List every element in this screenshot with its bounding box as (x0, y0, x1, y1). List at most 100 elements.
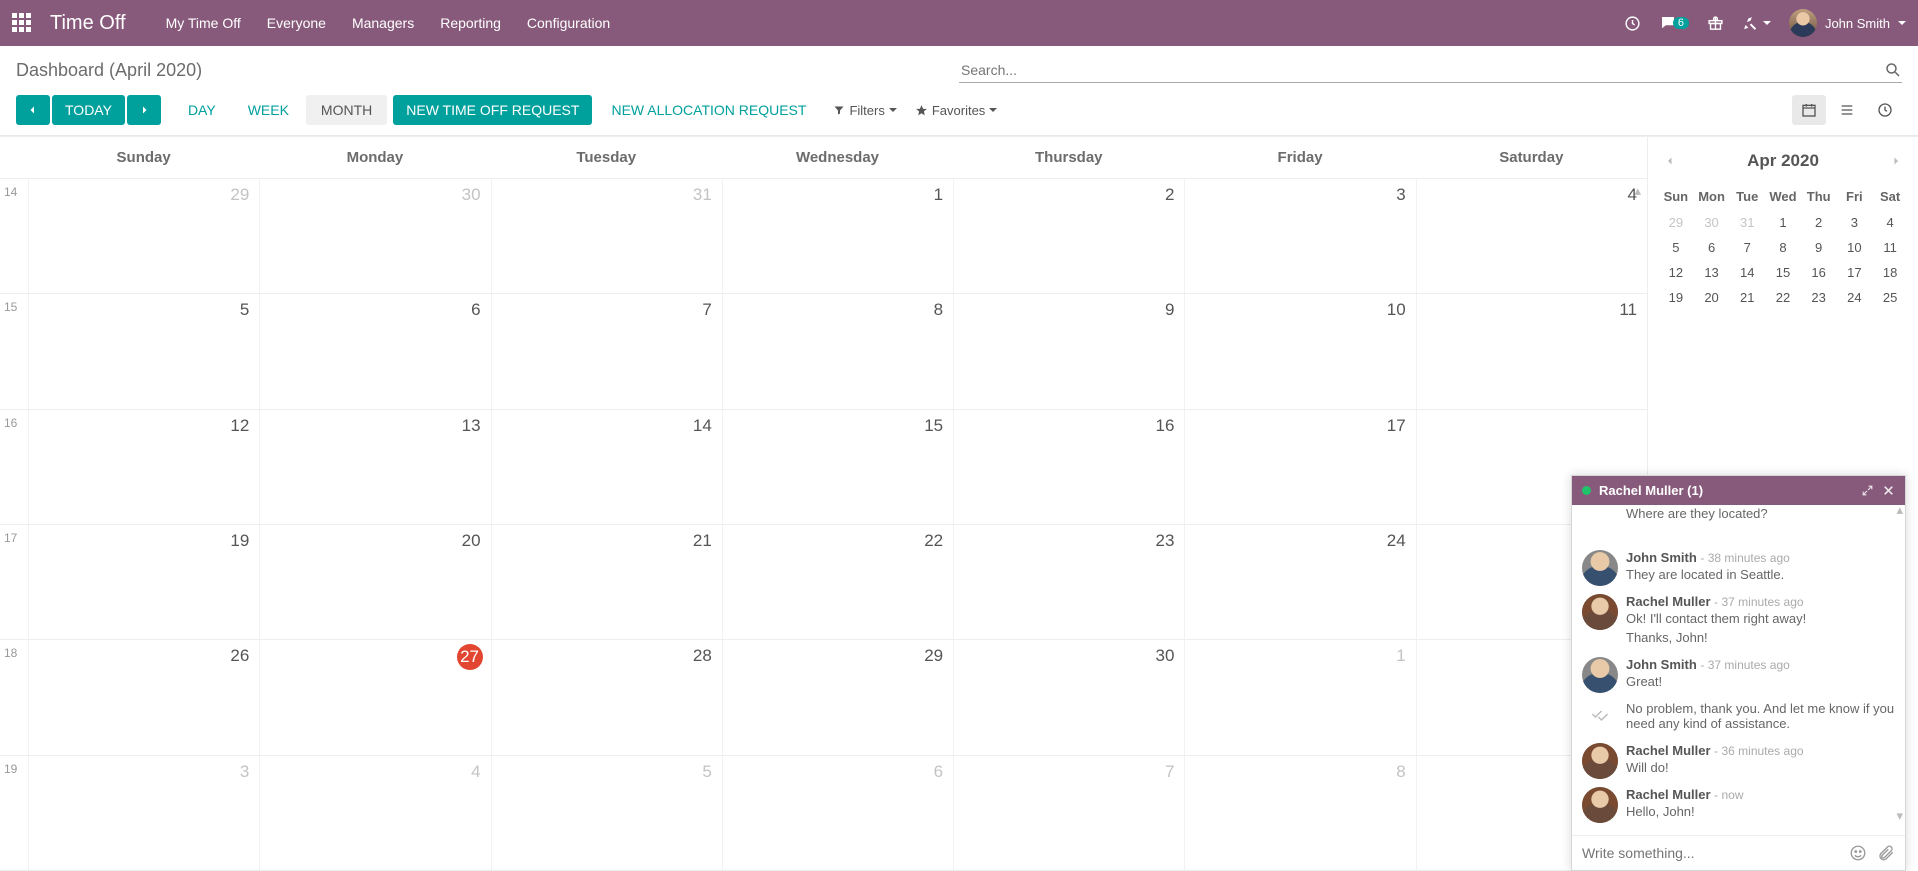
day-cell[interactable]: 27 (259, 640, 490, 754)
day-cell[interactable]: 2 (953, 179, 1184, 293)
mini-day[interactable]: 1 (1765, 210, 1801, 235)
mini-day[interactable]: 17 (1837, 260, 1873, 285)
day-cell[interactable]: 31 (491, 179, 722, 293)
mini-next[interactable] (1884, 149, 1908, 173)
day-cell[interactable]: 17 (1184, 410, 1415, 524)
mini-day[interactable]: 7 (1729, 235, 1765, 260)
day-cell[interactable]: 13 (259, 410, 490, 524)
chat-header[interactable]: Rachel Muller (1) (1572, 476, 1905, 505)
view-list-icon[interactable] (1830, 95, 1864, 125)
day-cell[interactable]: 19 (28, 525, 259, 639)
mini-day[interactable]: 23 (1801, 285, 1837, 310)
mini-day[interactable]: 25 (1872, 285, 1908, 310)
clock-icon[interactable] (1624, 15, 1641, 32)
mini-day[interactable]: 24 (1837, 285, 1873, 310)
day-cell[interactable]: 4 (259, 756, 490, 870)
attach-icon[interactable] (1877, 844, 1895, 862)
day-cell[interactable]: 6 (259, 294, 490, 408)
day-cell[interactable]: 21 (491, 525, 722, 639)
day-cell[interactable]: 3 (28, 756, 259, 870)
nav-everyone[interactable]: Everyone (267, 15, 326, 31)
apps-icon[interactable] (12, 13, 32, 33)
favorites-dropdown[interactable]: Favorites (915, 103, 997, 118)
day-cell[interactable]: 29 (722, 640, 953, 754)
today-button[interactable]: TODAY (52, 95, 125, 125)
day-cell[interactable]: 7 (491, 294, 722, 408)
day-cell[interactable]: 26 (28, 640, 259, 754)
mini-day[interactable]: 12 (1658, 260, 1694, 285)
user-menu[interactable]: John Smith (1789, 9, 1906, 37)
nav-managers[interactable]: Managers (352, 15, 414, 31)
mini-day[interactable]: 8 (1765, 235, 1801, 260)
close-icon[interactable] (1882, 484, 1895, 497)
day-cell[interactable]: 22 (722, 525, 953, 639)
nav-my-time-off[interactable]: My Time Off (166, 15, 241, 31)
next-button[interactable] (127, 95, 161, 125)
new-allocation-button[interactable]: NEW ALLOCATION REQUEST (598, 95, 819, 125)
search-icon[interactable] (1884, 61, 1902, 79)
mini-day[interactable]: 18 (1872, 260, 1908, 285)
view-activity-icon[interactable] (1868, 95, 1902, 125)
expand-icon[interactable] (1861, 484, 1874, 497)
day-cell[interactable]: 6 (722, 756, 953, 870)
view-week[interactable]: WEEK (233, 95, 304, 125)
mini-day[interactable]: 22 (1765, 285, 1801, 310)
mini-day[interactable]: 13 (1694, 260, 1730, 285)
day-cell[interactable]: 30 (259, 179, 490, 293)
day-cell[interactable]: 5 (28, 294, 259, 408)
mini-day[interactable]: 2 (1801, 210, 1837, 235)
mini-day[interactable]: 11 (1872, 235, 1908, 260)
filters-dropdown[interactable]: Filters (833, 103, 896, 118)
day-cell[interactable]: 12 (28, 410, 259, 524)
view-day[interactable]: DAY (173, 95, 231, 125)
gift-icon[interactable] (1707, 15, 1724, 32)
messages-icon[interactable]: 6 (1659, 14, 1689, 32)
view-calendar-icon[interactable] (1792, 95, 1826, 125)
scroll-up-icon[interactable]: ▴ (1896, 505, 1903, 518)
day-cell[interactable]: 24 (1184, 525, 1415, 639)
day-cell[interactable]: 8 (722, 294, 953, 408)
mini-day[interactable]: 4 (1872, 210, 1908, 235)
day-cell[interactable]: 20 (259, 525, 490, 639)
mini-prev[interactable] (1658, 149, 1682, 173)
mini-day[interactable]: 5 (1658, 235, 1694, 260)
day-cell[interactable]: 4 (1416, 179, 1647, 293)
view-month[interactable]: MONTH (306, 95, 387, 125)
emoji-icon[interactable] (1849, 844, 1867, 862)
mini-day[interactable]: 9 (1801, 235, 1837, 260)
day-cell[interactable]: 9 (953, 294, 1184, 408)
mini-day[interactable]: 14 (1729, 260, 1765, 285)
mini-day[interactable]: 19 (1658, 285, 1694, 310)
day-cell[interactable]: 30 (953, 640, 1184, 754)
mini-day[interactable]: 29 (1658, 210, 1694, 235)
mini-day[interactable]: 30 (1694, 210, 1730, 235)
scroll-down-icon[interactable]: ▾ (1896, 808, 1903, 824)
day-cell[interactable]: 15 (722, 410, 953, 524)
day-cell[interactable]: 16 (953, 410, 1184, 524)
mini-day[interactable]: 21 (1729, 285, 1765, 310)
day-cell[interactable]: 14 (491, 410, 722, 524)
mini-day[interactable]: 31 (1729, 210, 1765, 235)
nav-reporting[interactable]: Reporting (440, 15, 501, 31)
mini-day[interactable]: 16 (1801, 260, 1837, 285)
day-cell[interactable]: 28 (491, 640, 722, 754)
mini-day[interactable]: 20 (1694, 285, 1730, 310)
chat-body[interactable]: ▴ ▾ Where are they located?John Smith - … (1572, 505, 1905, 835)
nav-configuration[interactable]: Configuration (527, 15, 610, 31)
new-request-button[interactable]: NEW TIME OFF REQUEST (393, 95, 592, 125)
day-cell[interactable]: 7 (953, 756, 1184, 870)
day-cell[interactable]: 3 (1184, 179, 1415, 293)
day-cell[interactable]: 8 (1184, 756, 1415, 870)
mini-day[interactable]: 10 (1837, 235, 1873, 260)
mini-day[interactable]: 15 (1765, 260, 1801, 285)
search-input[interactable] (959, 58, 1876, 82)
prev-button[interactable] (16, 95, 50, 125)
day-cell[interactable]: 5 (491, 756, 722, 870)
mini-day[interactable]: 3 (1837, 210, 1873, 235)
day-cell[interactable]: 23 (953, 525, 1184, 639)
day-cell[interactable]: 10 (1184, 294, 1415, 408)
chat-input[interactable] (1582, 845, 1839, 861)
day-cell[interactable]: 11 (1416, 294, 1647, 408)
day-cell[interactable]: 1 (1184, 640, 1415, 754)
day-cell[interactable]: 29 (28, 179, 259, 293)
